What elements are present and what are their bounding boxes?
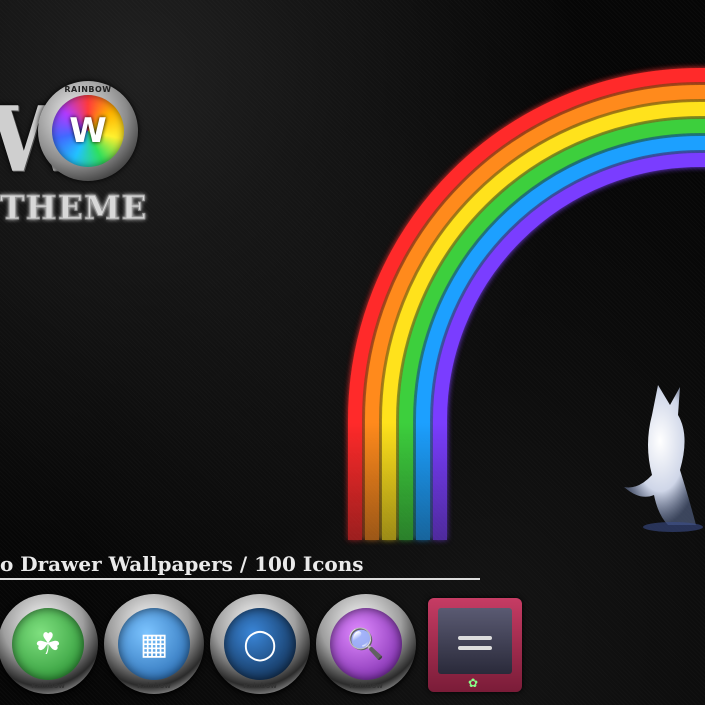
app-drawer-icon[interactable]: ✿: [428, 598, 522, 692]
power-ring-face: ◯: [224, 608, 296, 680]
clover-face: ☘: [12, 608, 84, 680]
android-icon: ✿: [468, 676, 479, 690]
rainbow-logo-badge: W RAINBOW: [38, 81, 138, 181]
box-icon[interactable]: ▦ Rainbow: [104, 594, 204, 694]
drawer-bar: [458, 646, 492, 650]
icon-preview-row: ☘ Rainbow ▦ Rainbow ◯ Rainbow 🔍 Rainbow …: [0, 590, 705, 695]
logo-ribbon: RAINBOW: [64, 85, 112, 94]
logo-color-wheel-icon: W: [52, 95, 124, 167]
magnifier-icon[interactable]: 🔍 Rainbow: [316, 594, 416, 694]
box-face: ▦: [118, 608, 190, 680]
magnifier-face: 🔍: [330, 608, 402, 680]
icon-caption: Rainbow: [243, 682, 277, 690]
theme-label: THEME: [0, 188, 148, 228]
cat-silhouette-icon: [624, 385, 703, 532]
logo-mark: W: [69, 111, 107, 151]
power-ring-icon[interactable]: ◯ Rainbow: [210, 594, 310, 694]
drawer-bar: [458, 636, 492, 640]
icon-caption: Rainbow: [31, 682, 65, 690]
app-drawer-screen: [438, 608, 512, 674]
theme-info-line: o Drawer Wallpapers / 100 Icons: [0, 552, 480, 580]
icon-caption: Rainbow: [137, 682, 171, 690]
icon-caption: Rainbow: [349, 682, 383, 690]
clover-icon[interactable]: ☘ Rainbow: [0, 594, 98, 694]
